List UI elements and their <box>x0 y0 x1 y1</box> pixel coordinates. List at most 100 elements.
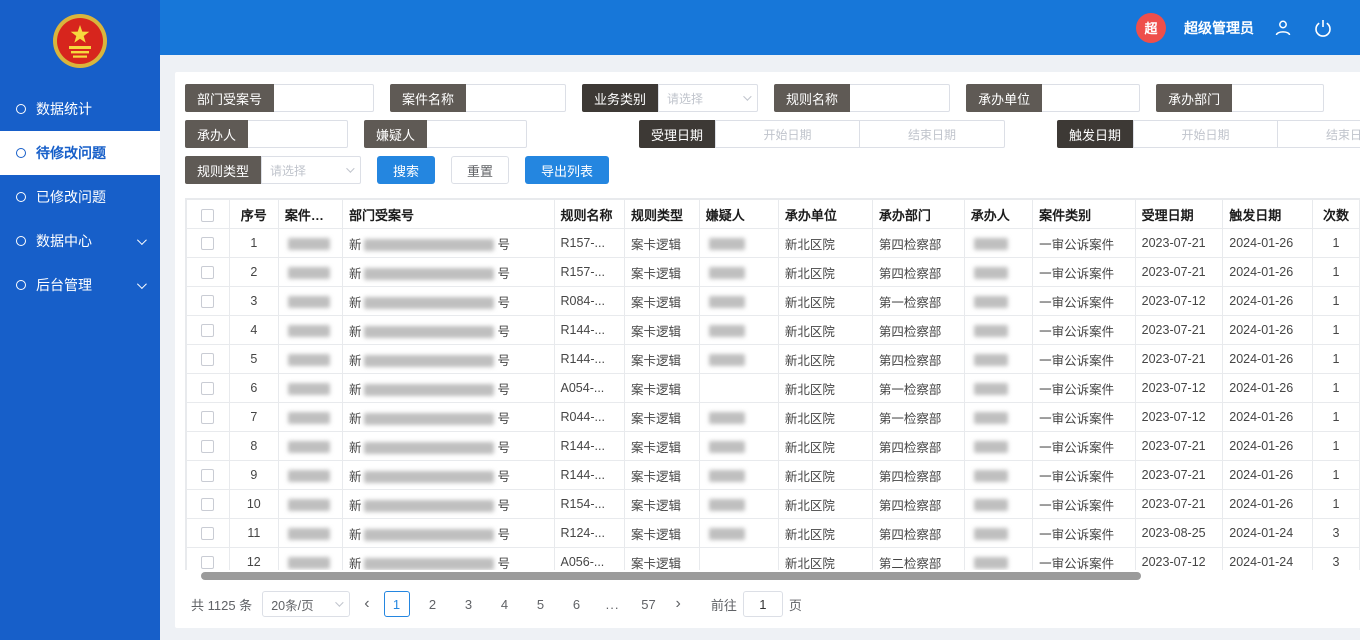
page-size-select[interactable]: 20条/页 <box>262 591 350 617</box>
cell-seq: 4 <box>229 316 278 345</box>
cell-seq: 3 <box>229 287 278 316</box>
business-type-select[interactable]: 请选择 <box>658 84 758 112</box>
select-all-checkbox[interactable] <box>201 209 214 222</box>
row-checkbox[interactable] <box>201 382 214 395</box>
suspect-input[interactable] <box>427 120 527 148</box>
cell-case-name <box>278 548 342 571</box>
pager-ellipsis[interactable]: ... <box>600 591 626 617</box>
cell-dept-case-no: 新号 <box>342 229 554 258</box>
cell-rule-type: 案卡逻辑 <box>625 316 700 345</box>
pager-page-4[interactable]: 4 <box>492 591 518 617</box>
table-header-row: 序号案件名称部门受案号规则名称规则类型嫌疑人承办单位承办部门承办人案件类别受理日… <box>187 200 1360 229</box>
redacted-text <box>709 412 745 424</box>
sidebar-item-modified-issues[interactable]: 已修改问题 <box>0 175 160 219</box>
unit-input[interactable] <box>1042 84 1140 112</box>
filter-row-3: 规则类型 请选择 搜索 重置 导出列表 <box>185 156 1360 184</box>
rule-type-placeholder: 请选择 <box>270 162 306 179</box>
filter-row-2: 承办人 嫌疑人 受理日期 开始日期 结束日期 <box>185 120 1360 148</box>
user-icon[interactable] <box>1272 17 1294 39</box>
cell-suspect <box>699 461 778 490</box>
table-row: 7新号R044-...案卡逻辑新北区院第一检察部一审公诉案件2023-07-12… <box>187 403 1360 432</box>
cell-rule-type: 案卡逻辑 <box>625 229 700 258</box>
handler-input[interactable] <box>248 120 348 148</box>
row-checkbox[interactable] <box>201 295 214 308</box>
row-checkbox-cell <box>187 490 230 519</box>
sidebar-item-data-center[interactable]: 数据中心 <box>0 219 160 263</box>
redacted-text <box>288 441 330 453</box>
case-name-input[interactable] <box>466 84 566 112</box>
business-type-label: 业务类别 <box>582 84 658 112</box>
chevron-down-icon <box>137 235 147 245</box>
power-icon[interactable] <box>1312 17 1334 39</box>
row-checkbox-cell <box>187 345 230 374</box>
cell-unit: 新北区院 <box>778 229 872 258</box>
cell-handler <box>964 548 1032 571</box>
redacted-text <box>974 238 1008 250</box>
accept-date-start-input[interactable]: 开始日期 <box>715 120 860 148</box>
goto-page-input[interactable] <box>743 591 783 617</box>
redacted-text <box>288 528 330 540</box>
cell-unit: 新北区院 <box>778 374 872 403</box>
cell-rule-name: R157-... <box>554 229 625 258</box>
row-checkbox[interactable] <box>201 527 214 540</box>
cell-count: 1 <box>1312 229 1359 258</box>
pager-page-3[interactable]: 3 <box>456 591 482 617</box>
avatar[interactable]: 超 <box>1136 13 1166 43</box>
sidebar-item-label: 后台管理 <box>36 275 92 295</box>
redacted-text <box>364 558 494 570</box>
search-button[interactable]: 搜索 <box>377 156 435 184</box>
cell-dept-case-no: 新号 <box>342 258 554 287</box>
cell-suspect <box>699 548 778 571</box>
export-button[interactable]: 导出列表 <box>525 156 609 184</box>
cell-dept: 第四检察部 <box>872 258 964 287</box>
pager-page-1[interactable]: 1 <box>384 591 410 617</box>
pager-page-57[interactable]: 57 <box>636 591 662 617</box>
sidebar-item-backend-admin[interactable]: 后台管理 <box>0 263 160 307</box>
cell-dept: 第四检察部 <box>872 490 964 519</box>
cell-unit: 新北区院 <box>778 432 872 461</box>
redacted-text <box>364 442 494 454</box>
cell-suspect <box>699 403 778 432</box>
cell-trigger-date: 2024-01-26 <box>1223 345 1313 374</box>
cell-handler <box>964 519 1032 548</box>
results-table-wrap: 序号案件名称部门受案号规则名称规则类型嫌疑人承办单位承办部门承办人案件类别受理日… <box>185 198 1360 570</box>
dept-input[interactable] <box>1232 84 1324 112</box>
sidebar-item-data-statistics[interactable]: 数据统计 <box>0 87 160 131</box>
cell-suspect <box>699 519 778 548</box>
trigger-date-end-input[interactable]: 结束日期 <box>1278 120 1360 148</box>
row-checkbox[interactable] <box>201 411 214 424</box>
table-row: 3新号R084-...案卡逻辑新北区院第一检察部一审公诉案件2023-07-12… <box>187 287 1360 316</box>
sidebar-item-pending-issues[interactable]: 待修改问题 <box>0 131 160 175</box>
pager-page-6[interactable]: 6 <box>564 591 590 617</box>
row-checkbox[interactable] <box>201 353 214 366</box>
accept-date-label: 受理日期 <box>639 120 715 148</box>
horizontal-scrollbar[interactable] <box>201 572 1141 580</box>
row-checkbox[interactable] <box>201 440 214 453</box>
column-header: 次数 <box>1312 200 1359 229</box>
accept-date-end-input[interactable]: 结束日期 <box>860 120 1005 148</box>
row-checkbox[interactable] <box>201 266 214 279</box>
trigger-date-start-input[interactable]: 开始日期 <box>1133 120 1278 148</box>
dept-case-no-input[interactable] <box>274 84 374 112</box>
pager-page-2[interactable]: 2 <box>420 591 446 617</box>
column-header: 序号 <box>229 200 278 229</box>
row-checkbox[interactable] <box>201 324 214 337</box>
row-checkbox[interactable] <box>201 469 214 482</box>
cell-dept-case-no: 新号 <box>342 548 554 571</box>
cell-seq: 2 <box>229 258 278 287</box>
reset-button[interactable]: 重置 <box>451 156 509 184</box>
cell-accept-date: 2023-07-21 <box>1135 258 1223 287</box>
table-row: 5新号R144-...案卡逻辑新北区院第四检察部一审公诉案件2023-07-21… <box>187 345 1360 374</box>
rule-type-select[interactable]: 请选择 <box>261 156 361 184</box>
cell-category: 一审公诉案件 <box>1033 403 1136 432</box>
pager-page-5[interactable]: 5 <box>528 591 554 617</box>
row-checkbox[interactable] <box>201 556 214 569</box>
cell-seq: 12 <box>229 548 278 571</box>
circle-icon <box>16 192 26 202</box>
rule-name-input[interactable] <box>850 84 950 112</box>
row-checkbox[interactable] <box>201 498 214 511</box>
prev-page-button[interactable]: ‹ <box>360 595 373 613</box>
row-checkbox[interactable] <box>201 237 214 250</box>
cell-rule-type: 案卡逻辑 <box>625 548 700 571</box>
next-page-button[interactable]: › <box>672 595 685 613</box>
